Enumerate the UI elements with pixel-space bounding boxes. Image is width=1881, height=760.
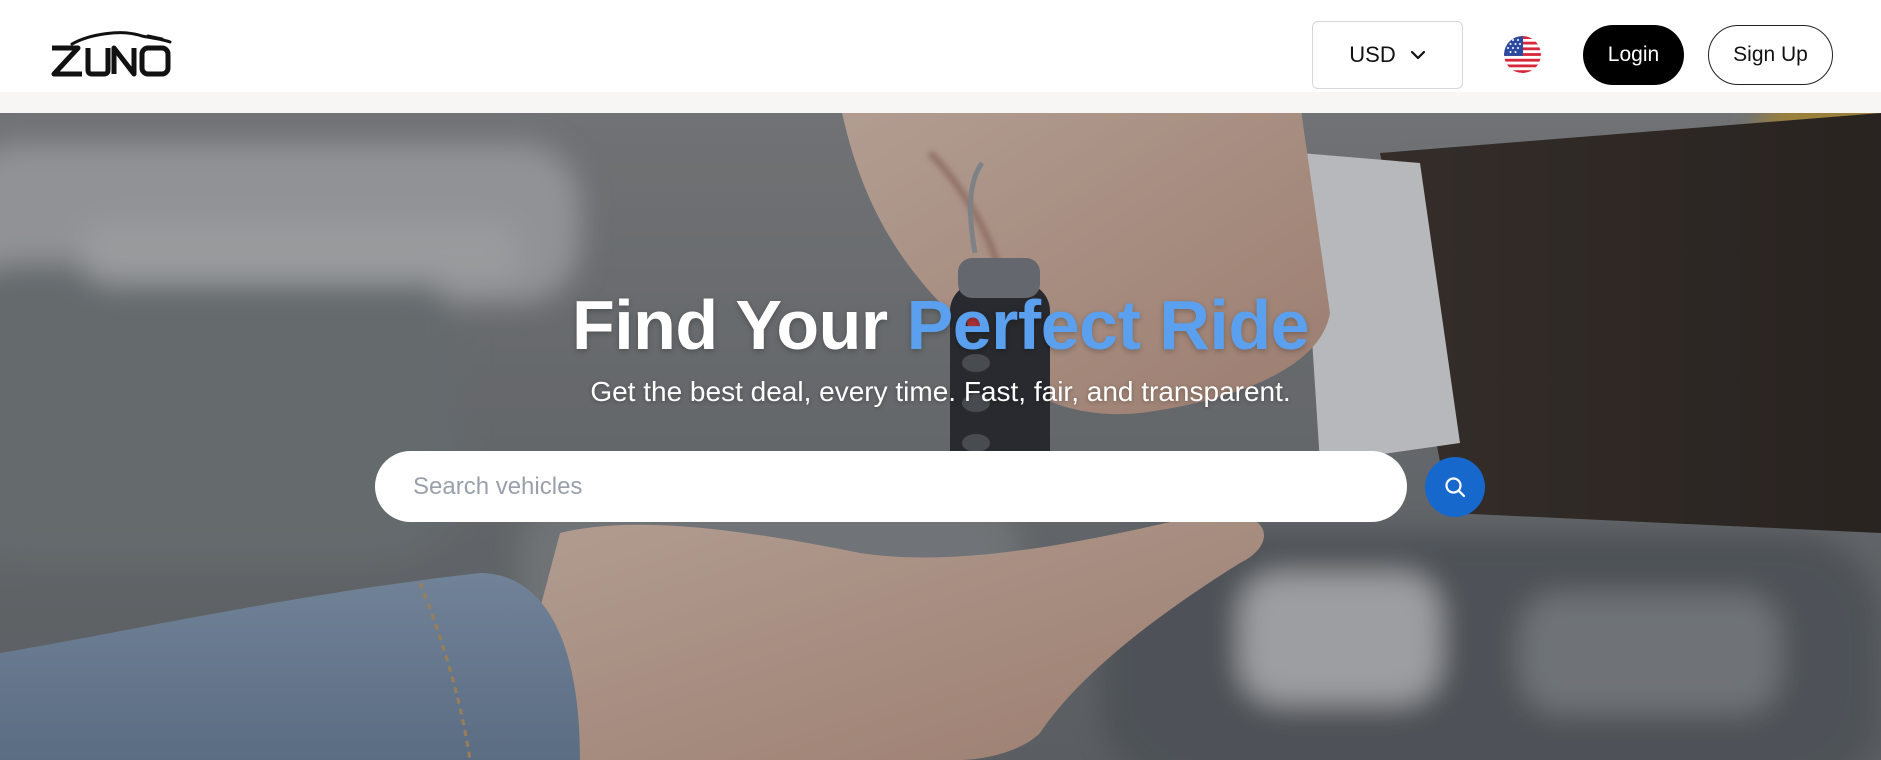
us-flag-icon[interactable]	[1504, 36, 1541, 73]
hero-section: Find Your Perfect Ride Get the best deal…	[0, 113, 1881, 760]
hero-subtitle: Get the best deal, every time. Fast, fai…	[590, 376, 1291, 407]
hero-title-lead: Find Your	[571, 286, 907, 364]
search-input[interactable]	[375, 451, 1407, 522]
car-logo-icon	[51, 31, 172, 77]
header-divider	[0, 92, 1881, 113]
hero-title: Find Your Perfect Ride	[0, 285, 1881, 365]
currency-label: USD	[1349, 42, 1396, 67]
chevron-down-icon	[1410, 50, 1425, 60]
signup-button[interactable]: Sign Up	[1708, 25, 1833, 85]
brand-logo[interactable]	[50, 30, 172, 80]
top-navbar: USD Login Sign Up	[0, 0, 1881, 92]
login-button[interactable]: Login	[1583, 25, 1684, 85]
currency-selector[interactable]: USD	[1312, 21, 1463, 89]
hero-overlay	[0, 113, 1881, 760]
search-button[interactable]	[1425, 457, 1485, 517]
search-icon	[1445, 477, 1466, 498]
hero-title-accent: Perfect Ride	[906, 286, 1310, 364]
